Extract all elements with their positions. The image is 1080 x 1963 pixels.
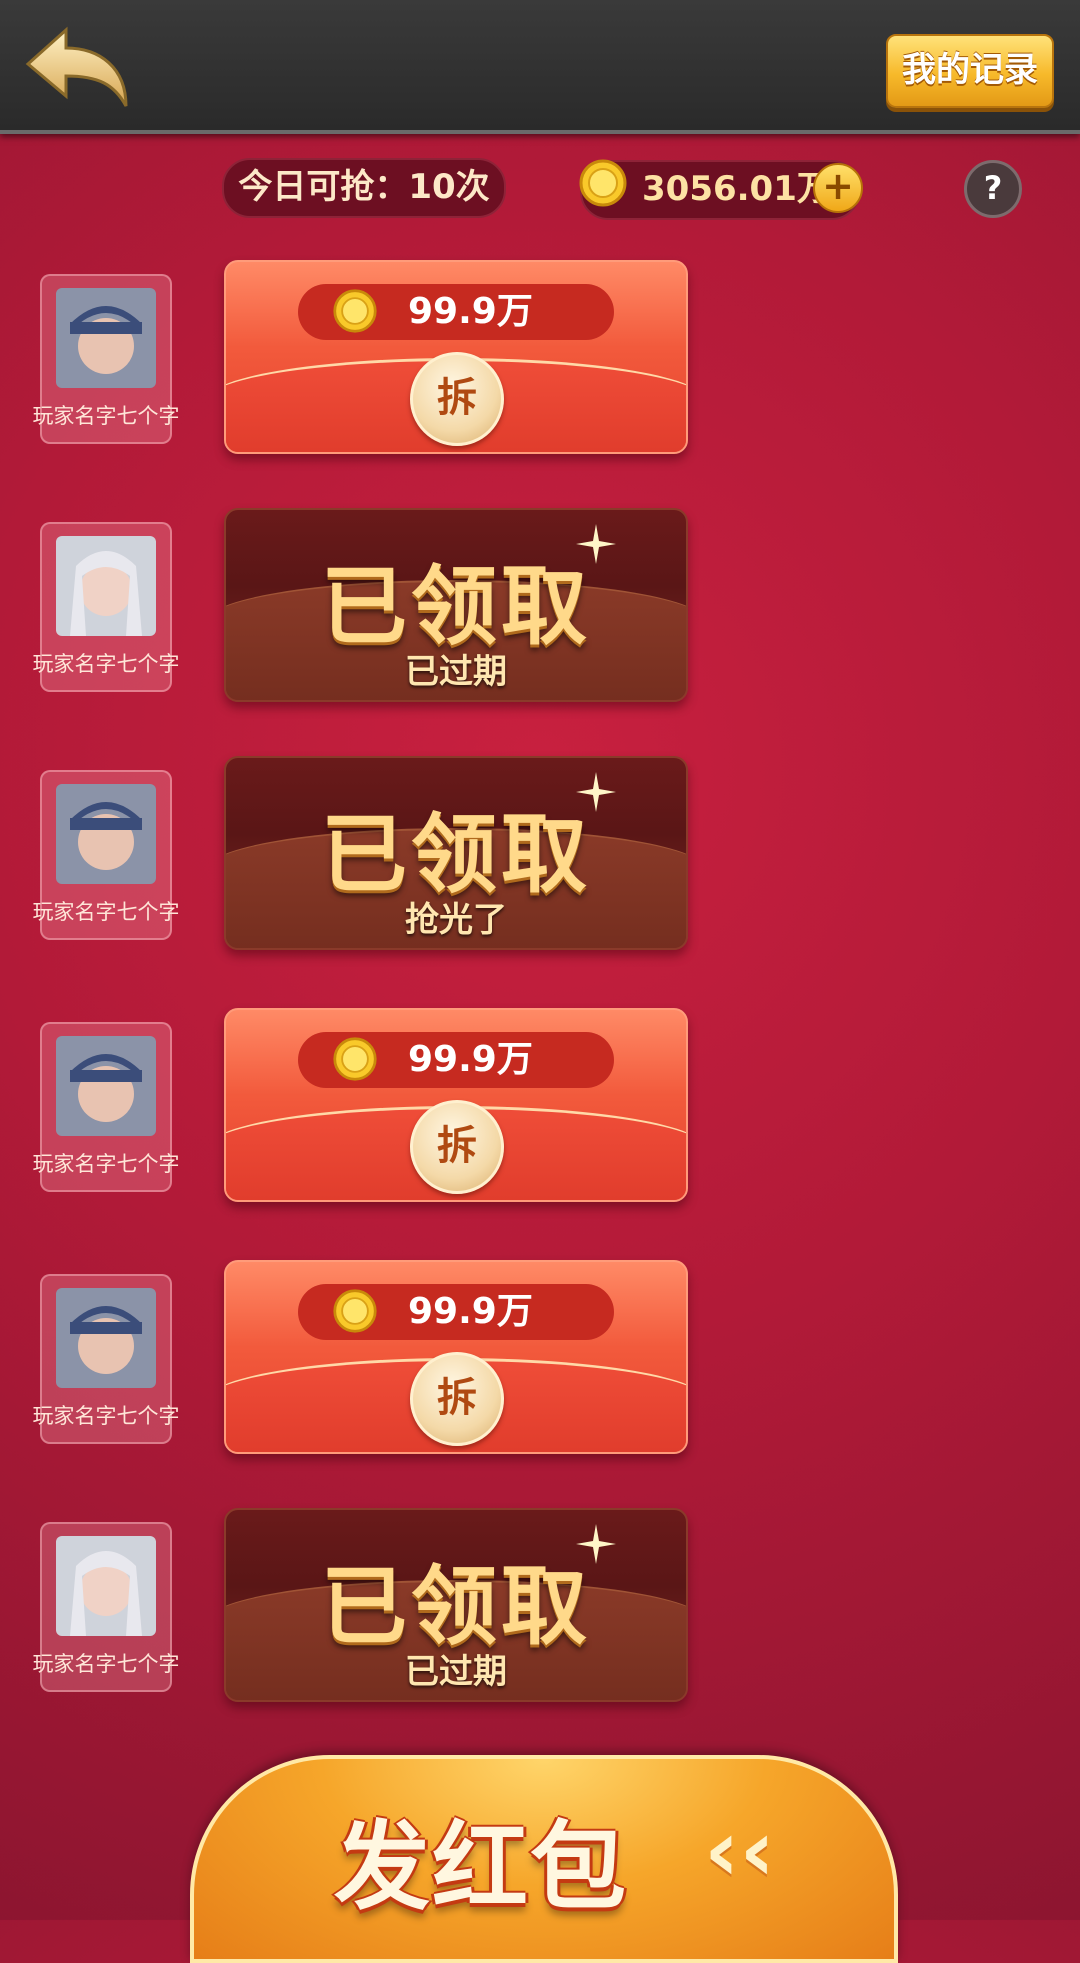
balance-value: 3056.01万 bbox=[642, 169, 831, 209]
packet-amount: 99.9万 bbox=[298, 284, 614, 340]
sparkle-icon bbox=[576, 1524, 616, 1564]
claimed-title: 已领取 bbox=[321, 557, 591, 657]
avatar bbox=[56, 1036, 156, 1136]
player-name: 玩家名字七个字 bbox=[32, 1152, 180, 1176]
double-arrow-icon: ‹‹ bbox=[704, 1801, 775, 1901]
send-label: 发红包 bbox=[334, 1811, 628, 1923]
packet-amount: 99.9万 bbox=[298, 1284, 614, 1340]
red-packet[interactable]: 99.9万 拆 bbox=[224, 1008, 688, 1202]
add-coins-button[interactable]: + bbox=[813, 163, 863, 213]
sparkle-icon bbox=[576, 524, 616, 564]
player-name: 玩家名字七个字 bbox=[32, 404, 180, 428]
send-red-packet-button[interactable]: 发红包 ‹‹ bbox=[190, 1755, 898, 1963]
player-card: 玩家名字七个字 bbox=[33, 522, 180, 692]
claimed-title: 已领取 bbox=[321, 1557, 591, 1657]
open-packet-button[interactable]: 拆 bbox=[410, 352, 504, 446]
avatar bbox=[56, 784, 156, 884]
avatar bbox=[56, 288, 156, 388]
claimed-status: 已过期 bbox=[405, 652, 507, 692]
amount-value: 99.9万 bbox=[408, 1039, 533, 1080]
red-packet-claimed[interactable]: 已领取 已过期 bbox=[224, 1508, 688, 1702]
player-card: 玩家名字七个字 bbox=[33, 770, 180, 940]
red-packet[interactable]: 99.9万 拆 bbox=[224, 260, 688, 454]
coin-icon bbox=[333, 289, 377, 333]
red-packet[interactable]: 99.9万 拆 bbox=[224, 1260, 688, 1454]
packet-row: 玩家名字七个字 已领取 抢光了 bbox=[0, 756, 1080, 970]
player-card: 玩家名字七个字 bbox=[33, 1274, 180, 1444]
avatar bbox=[56, 536, 156, 636]
packet-row: 玩家名字七个字 已领取 已过期 bbox=[0, 508, 1080, 722]
open-packet-button[interactable]: 拆 bbox=[410, 1352, 504, 1446]
claimed-status: 抢光了 bbox=[405, 900, 507, 940]
top-bar: 我的记录 bbox=[0, 0, 1080, 134]
red-packet-claimed[interactable]: 已领取 已过期 bbox=[224, 508, 688, 702]
open-packet-button[interactable]: 拆 bbox=[410, 1100, 504, 1194]
packet-row: 玩家名字七个字 已领取 已过期 bbox=[0, 1508, 1080, 1722]
coin-icon bbox=[579, 159, 627, 207]
amount-value: 99.9万 bbox=[408, 1291, 533, 1332]
packet-row: 玩家名字七个字 99.9万 拆 bbox=[0, 1260, 1080, 1474]
player-name: 玩家名字七个字 bbox=[32, 900, 180, 924]
player-card: 玩家名字七个字 bbox=[33, 274, 180, 444]
back-arrow-icon bbox=[25, 26, 128, 107]
packet-amount: 99.9万 bbox=[298, 1032, 614, 1088]
sparkle-icon bbox=[576, 772, 616, 812]
red-packet-claimed[interactable]: 已领取 抢光了 bbox=[224, 756, 688, 950]
avatar bbox=[56, 1288, 156, 1388]
claimed-title: 已领取 bbox=[321, 805, 591, 905]
my-records-button[interactable]: 我的记录 bbox=[886, 34, 1054, 108]
coin-icon bbox=[333, 1289, 377, 1333]
packet-row: 玩家名字七个字 99.9万 拆 bbox=[0, 260, 1080, 474]
player-name: 玩家名字七个字 bbox=[32, 652, 180, 676]
avatar bbox=[56, 1536, 156, 1636]
daily-quota-badge: 今日可抢：10次 bbox=[222, 158, 506, 218]
player-name: 玩家名字七个字 bbox=[32, 1404, 180, 1428]
player-name: 玩家名字七个字 bbox=[32, 1652, 180, 1676]
amount-value: 99.9万 bbox=[408, 291, 533, 332]
claimed-status: 已过期 bbox=[405, 1652, 507, 1692]
player-card: 玩家名字七个字 bbox=[33, 1022, 180, 1192]
coin-icon bbox=[333, 1037, 377, 1081]
help-button[interactable]: ? bbox=[964, 160, 1022, 218]
back-button[interactable] bbox=[22, 24, 132, 112]
packet-row: 玩家名字七个字 99.9万 拆 bbox=[0, 1008, 1080, 1222]
player-card: 玩家名字七个字 bbox=[33, 1522, 180, 1692]
